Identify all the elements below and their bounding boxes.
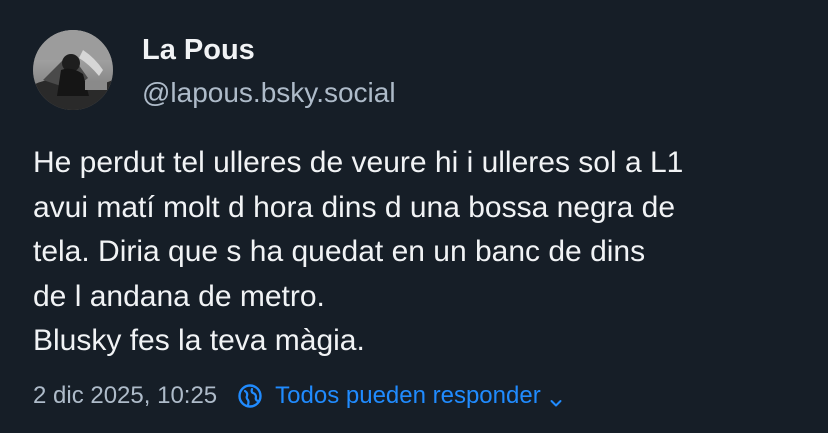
post-text-line: avui matí molt d hora dins d una bossa n… [33, 190, 676, 224]
chevron-down-icon [549, 389, 563, 407]
timestamp[interactable]: 2 dic 2025, 10:25 [33, 382, 217, 410]
post-text-line: Blusky fes la teva màgia. [33, 324, 365, 357]
post-card: La Pous @lapous.bsky.social He perdut te… [0, 0, 828, 433]
reply-settings-button[interactable]: Todos pueden responder [237, 382, 563, 410]
globe-icon [237, 383, 263, 409]
post-text: He perdut tel ulleres de veure hi i ulle… [33, 141, 803, 364]
post-meta: 2 dic 2025, 10:25 Todos pueden responder [33, 378, 563, 414]
reply-settings-label: Todos pueden responder [275, 382, 541, 409]
post-text-line: He perdut tel ulleres de veure hi i ulle… [33, 146, 684, 179]
avatar[interactable] [33, 30, 113, 110]
handle[interactable]: @lapous.bsky.social [142, 77, 396, 109]
display-name[interactable]: La Pous [142, 34, 255, 67]
avatar-photo [33, 30, 113, 110]
post-text-line: de l andana de metro. [33, 279, 325, 313]
post-text-line: tela. Diria que s ha quedat en un banc d… [33, 235, 646, 268]
